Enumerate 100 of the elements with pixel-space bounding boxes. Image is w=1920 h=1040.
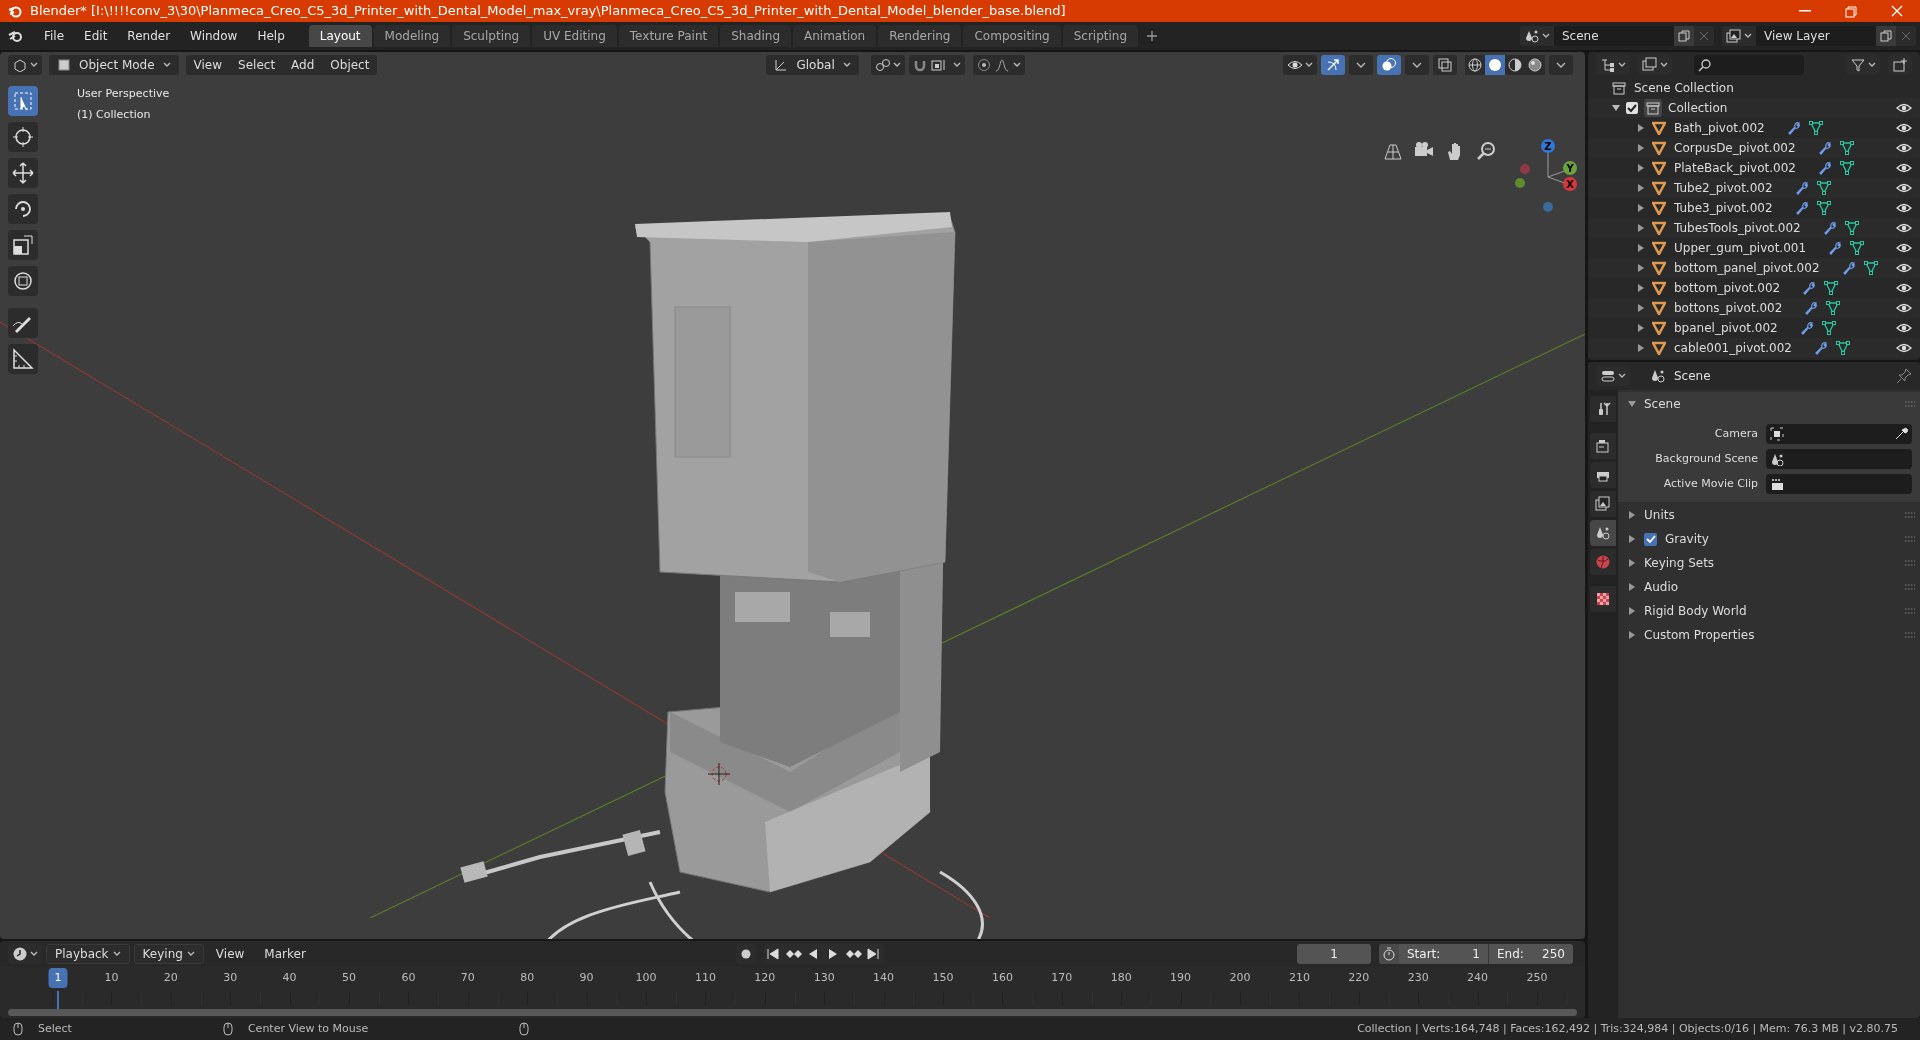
delete-button[interactable]	[1896, 26, 1916, 46]
copy-button[interactable]	[1876, 26, 1896, 46]
view-layer-selector[interactable]	[1722, 26, 1756, 46]
collapsed-triangle-icon[interactable]	[1628, 607, 1636, 615]
wrench-icon[interactable]	[1794, 201, 1809, 215]
delete-button[interactable]	[1694, 26, 1714, 46]
expanded-triangle-icon[interactable]	[1612, 104, 1620, 112]
workspace-tab[interactable]: Texture Paint	[618, 25, 719, 47]
eye-icon[interactable]	[1896, 262, 1912, 274]
menu-item[interactable]: Select	[230, 55, 284, 75]
object-picker-field[interactable]	[1766, 474, 1912, 494]
eye-icon[interactable]	[1896, 142, 1912, 154]
expand-triangle-icon[interactable]	[1638, 124, 1644, 132]
tool-button[interactable]	[8, 122, 38, 152]
menu-item[interactable]: Object	[322, 55, 378, 75]
mesh-data-icon[interactable]	[1863, 261, 1878, 275]
tool-button[interactable]	[8, 158, 38, 188]
outliner-item[interactable]: bpanel_pivot.002	[1674, 319, 1778, 337]
properties-tab[interactable]	[1590, 396, 1616, 422]
outliner-item[interactable]: Upper_gum_pivot.001	[1674, 239, 1807, 257]
editor-type-selector[interactable]	[1596, 366, 1630, 386]
panel-header[interactable]: Scene	[1644, 395, 1681, 413]
start-frame-field[interactable]: Start: 1	[1399, 944, 1489, 964]
axis-label[interactable]: Y	[1563, 161, 1577, 175]
drag-handle-icon[interactable]	[1904, 584, 1916, 590]
outliner-item[interactable]: CorpusDe_pivot.002	[1674, 139, 1796, 157]
workspace-tab[interactable]: Scripting	[1062, 25, 1139, 47]
menu-dropdown[interactable]: Keying	[133, 944, 204, 964]
expand-triangle-icon[interactable]	[1638, 204, 1644, 212]
properties-tab[interactable]	[1590, 462, 1616, 488]
proportional-edit-toggle[interactable]	[972, 55, 1025, 75]
outliner-item[interactable]: Tube3_pivot.002	[1674, 199, 1773, 217]
workspace-tab[interactable]: Layout	[308, 25, 372, 47]
wrench-icon[interactable]	[1786, 121, 1801, 135]
view-layer-filter-dropdown[interactable]	[1638, 55, 1672, 75]
shading-mode-button[interactable]	[1465, 55, 1485, 75]
mesh-data-icon[interactable]	[1839, 141, 1854, 155]
tool-button[interactable]	[8, 344, 38, 374]
expand-triangle-icon[interactable]	[1638, 264, 1644, 272]
scene-selector[interactable]	[1520, 26, 1554, 46]
expand-triangle-icon[interactable]	[1638, 324, 1644, 332]
editor-type-selector[interactable]	[8, 944, 42, 964]
pivot-dropdown[interactable]	[870, 55, 905, 75]
outliner-item[interactable]: cable001_pivot.002	[1674, 339, 1792, 357]
wrench-icon[interactable]	[1794, 181, 1809, 195]
mesh-data-icon[interactable]	[1839, 161, 1854, 175]
eye-icon[interactable]	[1896, 222, 1912, 234]
drag-handle-icon[interactable]	[1904, 401, 1916, 407]
workspace-tab[interactable]: UV Editing	[532, 25, 617, 47]
object-picker-field[interactable]	[1766, 449, 1912, 469]
checkbox[interactable]	[1644, 532, 1657, 546]
wrench-icon[interactable]	[1841, 261, 1856, 275]
panel-header[interactable]: Keying Sets	[1644, 554, 1715, 572]
outliner-item[interactable]: PlateBack_pivot.002	[1674, 159, 1796, 177]
panel-header[interactable]: Units	[1644, 506, 1675, 524]
collapsed-triangle-icon[interactable]	[1628, 535, 1636, 543]
wrench-icon[interactable]	[1817, 141, 1832, 155]
expand-triangle-icon[interactable]	[1638, 184, 1644, 192]
eye-icon[interactable]	[1896, 102, 1912, 114]
outliner-item[interactable]: Tube2_pivot.002	[1674, 179, 1773, 197]
tool-button[interactable]	[8, 230, 38, 260]
editor-type-selector[interactable]	[8, 55, 42, 75]
expand-triangle-icon[interactable]	[1638, 244, 1644, 252]
collapsed-triangle-icon[interactable]	[1628, 511, 1636, 519]
preview-range-button[interactable]	[1379, 944, 1399, 964]
search-field[interactable]	[1694, 55, 1804, 75]
view-layer-field[interactable]: View Layer	[1756, 26, 1876, 46]
filter-dropdown[interactable]	[1846, 55, 1880, 75]
wrench-icon[interactable]	[1828, 241, 1843, 255]
workspace-tab[interactable]: Animation	[793, 25, 877, 47]
record-button[interactable]	[735, 944, 756, 964]
mesh-data-icon[interactable]	[1824, 281, 1839, 295]
outliner-item[interactable]: Bath_pivot.002	[1674, 119, 1765, 137]
eye-icon[interactable]	[1896, 202, 1912, 214]
outliner-item[interactable]: bottom_panel_pivot.002	[1674, 259, 1820, 277]
eye-icon[interactable]	[1896, 342, 1912, 354]
axis-label[interactable]: X	[1563, 177, 1577, 191]
drag-handle-icon[interactable]	[1904, 512, 1916, 518]
menu-item[interactable]: Edit	[76, 25, 116, 47]
expand-triangle-icon[interactable]	[1638, 344, 1644, 352]
drag-handle-icon[interactable]	[1904, 560, 1916, 566]
wrench-icon[interactable]	[1814, 341, 1828, 355]
eyedropper-icon[interactable]	[1894, 427, 1908, 441]
wrench-icon[interactable]	[1799, 321, 1814, 335]
snap-toggle[interactable]	[908, 55, 965, 75]
axis-label[interactable]: Z	[1541, 139, 1555, 153]
tool-button[interactable]	[8, 266, 38, 296]
outliner-item[interactable]: Collection	[1668, 99, 1728, 117]
menu-item[interactable]: File	[36, 25, 73, 47]
tool-button[interactable]	[8, 308, 38, 338]
mesh-data-icon[interactable]	[1844, 221, 1859, 235]
expand-triangle-icon[interactable]	[1638, 144, 1644, 152]
eye-icon[interactable]	[1896, 122, 1912, 134]
menu-item[interactable]: View	[207, 944, 253, 964]
tool-button[interactable]	[8, 86, 38, 116]
gizmo-dropdown[interactable]	[1349, 55, 1373, 75]
mesh-data-icon[interactable]	[1850, 241, 1865, 255]
copy-button[interactable]	[1674, 26, 1694, 46]
drag-handle-icon[interactable]	[1904, 608, 1916, 614]
mesh-data-icon[interactable]	[1808, 121, 1823, 135]
